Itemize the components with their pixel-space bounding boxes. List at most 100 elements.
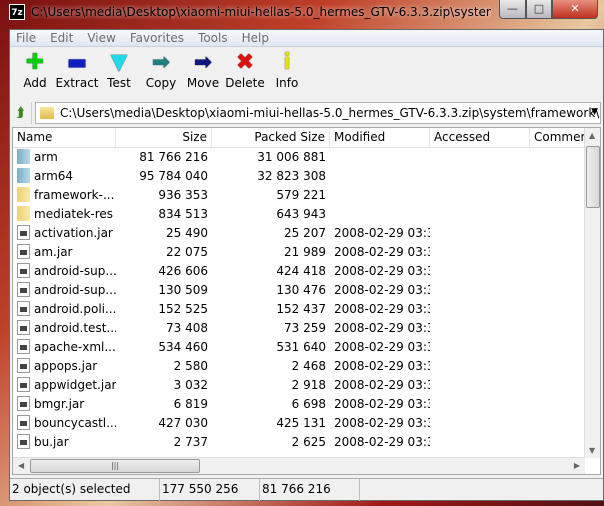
- file-name: arm: [34, 150, 58, 164]
- address-input[interactable]: C:\Users\media\Desktop\xiaomi-miui-hella…: [35, 102, 601, 124]
- extract-button[interactable]: ▬ Extract: [56, 50, 99, 97]
- horizontal-scrollbar[interactable]: ◀ ||| ▶: [13, 457, 585, 474]
- file-name: appops.jar: [34, 359, 98, 373]
- jar-file-icon: [17, 282, 30, 297]
- add-button[interactable]: ✚ Add: [14, 51, 56, 97]
- file-name: framework-...: [34, 188, 115, 202]
- copy-button[interactable]: ➡ Copy: [140, 51, 182, 97]
- vertical-scrollbar[interactable]: ▲ ▼: [584, 128, 600, 458]
- table-row[interactable]: appops.jar 2 580 2 468 2008-02-29 03:33: [13, 357, 600, 376]
- maximize-button[interactable]: □: [526, 0, 552, 19]
- minus-icon: ▬: [66, 50, 88, 75]
- vertical-scroll-thumb[interactable]: [586, 146, 600, 208]
- status-empty: [360, 479, 603, 501]
- window-title: C:\Users\media\Desktop\xiaomi-miui-hella…: [31, 5, 491, 19]
- cell-size: 130 509: [158, 283, 208, 297]
- address-path: C:\Users\media\Desktop\xiaomi-miui-hella…: [60, 106, 600, 120]
- table-row[interactable]: bmgr.jar 6 819 6 698 2008-02-29 03:33: [13, 395, 600, 414]
- column-header-packed-size[interactable]: Packed Size: [212, 128, 330, 148]
- cell-size: 834 513: [158, 207, 208, 221]
- dropdown-arrow-icon[interactable]: ▼: [591, 107, 598, 117]
- cell-modified: [330, 167, 430, 186]
- move-arrow-icon: ➡: [193, 50, 213, 75]
- table-row[interactable]: apache-xml.... 534 460 531 640 2008-02-29 0…: [13, 338, 600, 357]
- cell-name: apache-xml....: [13, 338, 116, 357]
- cell-modified: 2008-02-29 03:33: [334, 226, 430, 240]
- move-label: Move: [186, 76, 220, 90]
- column-header-accessed[interactable]: Accessed: [430, 128, 530, 148]
- cell-modified: 2008-02-29 03:33: [334, 416, 430, 430]
- cell-packed-size: 424 418: [276, 264, 326, 278]
- file-name: am.jar: [34, 245, 73, 259]
- cell-name: bouncycastl...: [13, 414, 116, 433]
- column-header-comment[interactable]: Commer: [530, 128, 585, 148]
- cell-name: android-sup...: [13, 281, 116, 300]
- cell-name: am.jar: [13, 243, 116, 262]
- cell-size: 426 606: [158, 264, 208, 278]
- menu-favorites[interactable]: Favorites: [124, 30, 192, 46]
- menu-file[interactable]: File: [10, 30, 44, 46]
- cell-packed-size: 130 476: [276, 283, 326, 297]
- file-name: bu.jar: [34, 435, 69, 449]
- cell-packed-size: 531 640: [276, 340, 326, 354]
- table-row[interactable]: android.test.... 73 408 73 259 2008-02-29 0…: [13, 319, 600, 338]
- table-row[interactable]: android.poli... 152 525 152 437 2008-02-29 …: [13, 300, 600, 319]
- table-row[interactable]: arm64 95 784 040 32 823 308: [13, 167, 600, 186]
- menu-help[interactable]: Help: [236, 30, 277, 46]
- file-name: mediatek-res: [34, 207, 114, 221]
- cell-size: 2 580: [173, 359, 208, 373]
- table-row[interactable]: bouncycastl... 427 030 425 131 2008-02-29 0…: [13, 414, 600, 433]
- table-row[interactable]: arm 81 766 216 31 006 881: [13, 148, 600, 167]
- table-row[interactable]: activation.jar 25 490 25 207 2008-02-29 03:…: [13, 224, 600, 243]
- plus-icon: ✚: [25, 50, 45, 75]
- up-folder-button[interactable]: ⮭: [10, 102, 32, 124]
- minimize-button[interactable]: —: [499, 0, 526, 19]
- cell-size: 22 075: [166, 245, 208, 259]
- cell-modified: 2008-02-29 03:33: [334, 245, 430, 259]
- main-window: File Edit View Favorites Tools Help ✚ Add ▬ Extr…: [9, 29, 604, 501]
- table-row[interactable]: am.jar 22 075 21 989 2008-02-29 03:33: [13, 243, 600, 262]
- cell-modified: 2008-02-29 03:33: [334, 340, 430, 354]
- menu-view[interactable]: View: [81, 30, 123, 46]
- horizontal-scroll-thumb[interactable]: |||: [30, 459, 200, 473]
- column-header-name[interactable]: Name: [13, 128, 116, 148]
- info-icon: i: [283, 50, 291, 75]
- info-label: Info: [275, 76, 299, 90]
- file-name: activation.jar: [34, 226, 113, 240]
- table-row[interactable]: android-sup... 426 606 424 418 2008-02-29 0…: [13, 262, 600, 281]
- cell-name: android-sup...: [13, 262, 116, 281]
- scroll-down-arrow-icon[interactable]: ▼: [589, 446, 595, 455]
- info-button[interactable]: i Info: [266, 51, 308, 97]
- column-header-size[interactable]: Size: [116, 128, 212, 148]
- table-row[interactable]: android-sup... 130 509 130 476 2008-02-29 0…: [13, 281, 600, 300]
- table-row[interactable]: framework-... 936 353 579 221: [13, 186, 600, 205]
- cell-size: 81 766 216: [139, 150, 208, 164]
- cell-packed-size: 73 259: [284, 321, 326, 335]
- cell-modified: [330, 186, 430, 205]
- close-button[interactable]: ✕: [552, 0, 598, 19]
- status-bar: 2 object(s) selected 177 550 256 81 766 …: [10, 478, 603, 501]
- scroll-up-arrow-icon[interactable]: ▲: [589, 131, 595, 140]
- cell-name: appops.jar: [13, 357, 116, 376]
- table-row[interactable]: bu.jar 2 737 2 625 2008-02-29 03:33: [13, 433, 600, 452]
- test-button[interactable]: ▼ Test: [98, 51, 140, 97]
- cell-size: 95 784 040: [139, 169, 208, 183]
- test-label: Test: [107, 76, 131, 90]
- table-row[interactable]: appwidget.jar 3 032 2 918 2008-02-29 03:33: [13, 376, 600, 395]
- table-row[interactable]: mediatek-res 834 513 643 943: [13, 205, 600, 224]
- delete-button[interactable]: ✖ Delete: [224, 51, 266, 97]
- menu-edit[interactable]: Edit: [44, 30, 81, 46]
- scroll-right-arrow-icon[interactable]: ▶: [574, 461, 580, 470]
- 7zip-app-icon: 7z: [9, 4, 25, 20]
- delete-x-icon: ✖: [235, 50, 255, 75]
- menu-tools[interactable]: Tools: [192, 30, 236, 46]
- cell-size: 152 525: [158, 302, 208, 316]
- folder-icon: [17, 206, 30, 221]
- file-name: android-sup...: [34, 264, 116, 278]
- scroll-left-arrow-icon[interactable]: ◀: [18, 461, 24, 470]
- address-bar: ⮭ C:\Users\media\Desktop\xiaomi-miui-hel…: [10, 101, 603, 125]
- move-button[interactable]: ➡ Move: [182, 51, 224, 97]
- title-bar: 7z C:\Users\media\Desktop\xiaomi-miui-he…: [0, 0, 604, 24]
- cell-modified: 2008-02-29 03:33: [334, 435, 430, 449]
- column-header-modified[interactable]: Modified: [330, 128, 430, 148]
